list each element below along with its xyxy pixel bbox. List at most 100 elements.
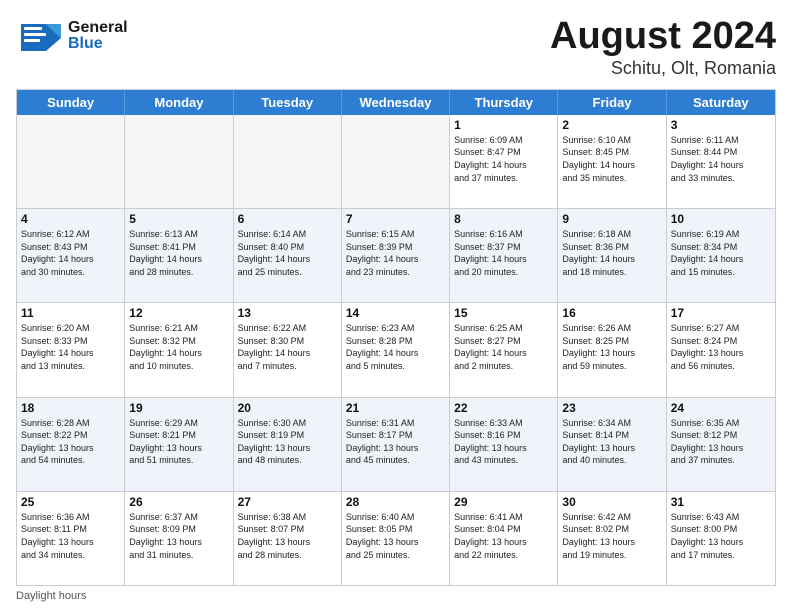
calendar-row-1: 1 Sunrise: 6:09 AMSunset: 8:47 PMDaylight… bbox=[17, 115, 775, 208]
day-info: Sunrise: 6:36 AMSunset: 8:11 PMDaylight:… bbox=[21, 511, 120, 561]
day-number: 2 bbox=[562, 118, 661, 132]
day-info: Sunrise: 6:11 AMSunset: 8:44 PMDaylight:… bbox=[671, 134, 771, 184]
day-info: Sunrise: 6:43 AMSunset: 8:00 PMDaylight:… bbox=[671, 511, 771, 561]
day-cell-30: 30Sunrise: 6:42 AMSunset: 8:02 PMDayligh… bbox=[558, 492, 666, 585]
day-header-tuesday: Tuesday bbox=[234, 90, 342, 115]
day-info: Sunrise: 6:34 AMSunset: 8:14 PMDaylight:… bbox=[562, 417, 661, 467]
day-number: 22 bbox=[454, 401, 553, 415]
location-title: Schitu, Olt, Romania bbox=[550, 58, 776, 79]
day-info: Sunrise: 6:30 AMSunset: 8:19 PMDaylight:… bbox=[238, 417, 337, 467]
day-info: Sunrise: 6:26 AMSunset: 8:25 PMDaylight:… bbox=[562, 322, 661, 372]
day-number: 1 bbox=[454, 118, 553, 132]
page: General Blue August 2024 Schitu, Olt, Ro… bbox=[0, 0, 792, 612]
day-info: Sunrise: 6:28 AMSunset: 8:22 PMDaylight:… bbox=[21, 417, 120, 467]
day-cell-6: 6 Sunrise: 6:14 AMSunset: 8:40 PMDaylight… bbox=[234, 209, 342, 302]
day-number: 30 bbox=[562, 495, 661, 509]
day-number: 19 bbox=[129, 401, 228, 415]
day-cell-15: 15Sunrise: 6:25 AMSunset: 8:27 PMDayligh… bbox=[450, 303, 558, 396]
empty-cell bbox=[342, 115, 450, 208]
empty-cell bbox=[125, 115, 233, 208]
title-area: August 2024 Schitu, Olt, Romania bbox=[550, 16, 776, 79]
day-info: Sunrise: 6:09 AMSunset: 8:47 PMDaylight:… bbox=[454, 134, 553, 184]
day-info: Sunrise: 6:31 AMSunset: 8:17 PMDaylight:… bbox=[346, 417, 445, 467]
day-info: Sunrise: 6:41 AMSunset: 8:04 PMDaylight:… bbox=[454, 511, 553, 561]
day-number: 18 bbox=[21, 401, 120, 415]
day-info: Sunrise: 6:33 AMSunset: 8:16 PMDaylight:… bbox=[454, 417, 553, 467]
day-info: Sunrise: 6:20 AMSunset: 8:33 PMDaylight:… bbox=[21, 322, 120, 372]
calendar-row-4: 18 Sunrise: 6:28 AMSunset: 8:22 PMDayligh… bbox=[17, 397, 775, 491]
day-number: 20 bbox=[238, 401, 337, 415]
day-cell-8: 8Sunrise: 6:16 AMSunset: 8:37 PMDaylight… bbox=[450, 209, 558, 302]
day-cell-17: 17 Sunrise: 6:27 AMSunset: 8:24 PMDayligh… bbox=[667, 303, 775, 396]
day-cell-12: 12 Sunrise: 6:21 AMSunset: 8:32 PMDayligh… bbox=[125, 303, 233, 396]
calendar: SundayMondayTuesdayWednesdayThursdayFrid… bbox=[16, 89, 776, 586]
empty-cell bbox=[17, 115, 125, 208]
day-cell-29: 29 Sunrise: 6:41 AMSunset: 8:04 PMDayligh… bbox=[450, 492, 558, 585]
day-number: 4 bbox=[21, 212, 120, 226]
day-cell-11: 11 Sunrise: 6:20 AMSunset: 8:33 PMDayligh… bbox=[17, 303, 125, 396]
day-number: 27 bbox=[238, 495, 337, 509]
day-number: 23 bbox=[562, 401, 661, 415]
day-number: 12 bbox=[129, 306, 228, 320]
day-number: 31 bbox=[671, 495, 771, 509]
day-cell-18: 18 Sunrise: 6:28 AMSunset: 8:22 PMDayligh… bbox=[17, 398, 125, 491]
logo: General Blue bbox=[16, 16, 128, 56]
day-number: 24 bbox=[671, 401, 771, 415]
day-cell-28: 28 Sunrise: 6:40 AMSunset: 8:05 PMDayligh… bbox=[342, 492, 450, 585]
day-cell-2: 2 Sunrise: 6:10 AMSunset: 8:45 PMDaylight… bbox=[558, 115, 666, 208]
day-number: 9 bbox=[562, 212, 661, 226]
day-number: 26 bbox=[129, 495, 228, 509]
calendar-row-3: 11 Sunrise: 6:20 AMSunset: 8:33 PMDayligh… bbox=[17, 302, 775, 396]
day-cell-27: 27Sunrise: 6:38 AMSunset: 8:07 PMDayligh… bbox=[234, 492, 342, 585]
day-cell-16: 16Sunrise: 6:26 AMSunset: 8:25 PMDayligh… bbox=[558, 303, 666, 396]
footer-note: Daylight hours bbox=[16, 590, 776, 602]
day-info: Sunrise: 6:10 AMSunset: 8:45 PMDaylight:… bbox=[562, 134, 661, 184]
day-info: Sunrise: 6:27 AMSunset: 8:24 PMDaylight:… bbox=[671, 322, 771, 372]
day-info: Sunrise: 6:13 AMSunset: 8:41 PMDaylight:… bbox=[129, 228, 228, 278]
day-cell-20: 20 Sunrise: 6:30 AMSunset: 8:19 PMDayligh… bbox=[234, 398, 342, 491]
logo-label: General Blue bbox=[68, 20, 128, 52]
day-number: 17 bbox=[671, 306, 771, 320]
day-cell-23: 23 Sunrise: 6:34 AMSunset: 8:14 PMDayligh… bbox=[558, 398, 666, 491]
logo-blue-text: Blue bbox=[68, 36, 128, 52]
day-info: Sunrise: 6:23 AMSunset: 8:28 PMDaylight:… bbox=[346, 322, 445, 372]
day-info: Sunrise: 6:37 AMSunset: 8:09 PMDaylight:… bbox=[129, 511, 228, 561]
empty-cell bbox=[234, 115, 342, 208]
day-info: Sunrise: 6:15 AMSunset: 8:39 PMDaylight:… bbox=[346, 228, 445, 278]
logo-general-text: General bbox=[68, 20, 128, 36]
day-info: Sunrise: 6:14 AMSunset: 8:40 PMDaylight:… bbox=[238, 228, 337, 278]
day-header-thursday: Thursday bbox=[450, 90, 558, 115]
day-header-friday: Friday bbox=[558, 90, 666, 115]
day-cell-26: 26 Sunrise: 6:37 AMSunset: 8:09 PMDayligh… bbox=[125, 492, 233, 585]
day-info: Sunrise: 6:22 AMSunset: 8:30 PMDaylight:… bbox=[238, 322, 337, 372]
calendar-row-2: 4Sunrise: 6:12 AMSunset: 8:43 PMDaylight… bbox=[17, 208, 775, 302]
day-number: 11 bbox=[21, 306, 120, 320]
day-info: Sunrise: 6:40 AMSunset: 8:05 PMDaylight:… bbox=[346, 511, 445, 561]
day-number: 10 bbox=[671, 212, 771, 226]
day-number: 21 bbox=[346, 401, 445, 415]
day-cell-4: 4Sunrise: 6:12 AMSunset: 8:43 PMDaylight… bbox=[17, 209, 125, 302]
month-title: August 2024 bbox=[550, 16, 776, 58]
header: General Blue August 2024 Schitu, Olt, Ro… bbox=[16, 16, 776, 79]
day-header-monday: Monday bbox=[125, 90, 233, 115]
day-info: Sunrise: 6:29 AMSunset: 8:21 PMDaylight:… bbox=[129, 417, 228, 467]
day-number: 13 bbox=[238, 306, 337, 320]
day-number: 8 bbox=[454, 212, 553, 226]
day-number: 29 bbox=[454, 495, 553, 509]
day-cell-10: 10 Sunrise: 6:19 AMSunset: 8:34 PMDayligh… bbox=[667, 209, 775, 302]
day-cell-5: 5Sunrise: 6:13 AMSunset: 8:41 PMDaylight… bbox=[125, 209, 233, 302]
day-number: 3 bbox=[671, 118, 771, 132]
day-number: 6 bbox=[238, 212, 337, 226]
day-info: Sunrise: 6:19 AMSunset: 8:34 PMDaylight:… bbox=[671, 228, 771, 278]
day-cell-7: 7Sunrise: 6:15 AMSunset: 8:39 PMDaylight… bbox=[342, 209, 450, 302]
day-cell-21: 21 Sunrise: 6:31 AMSunset: 8:17 PMDayligh… bbox=[342, 398, 450, 491]
day-cell-14: 14Sunrise: 6:23 AMSunset: 8:28 PMDayligh… bbox=[342, 303, 450, 396]
day-cell-24: 24 Sunrise: 6:35 AMSunset: 8:12 PMDayligh… bbox=[667, 398, 775, 491]
day-info: Sunrise: 6:21 AMSunset: 8:32 PMDaylight:… bbox=[129, 322, 228, 372]
logo-icon bbox=[16, 16, 66, 56]
day-cell-22: 22 Sunrise: 6:33 AMSunset: 8:16 PMDayligh… bbox=[450, 398, 558, 491]
day-info: Sunrise: 6:35 AMSunset: 8:12 PMDaylight:… bbox=[671, 417, 771, 467]
day-cell-19: 19 Sunrise: 6:29 AMSunset: 8:21 PMDayligh… bbox=[125, 398, 233, 491]
day-number: 28 bbox=[346, 495, 445, 509]
calendar-row-5: 25Sunrise: 6:36 AMSunset: 8:11 PMDayligh… bbox=[17, 491, 775, 585]
